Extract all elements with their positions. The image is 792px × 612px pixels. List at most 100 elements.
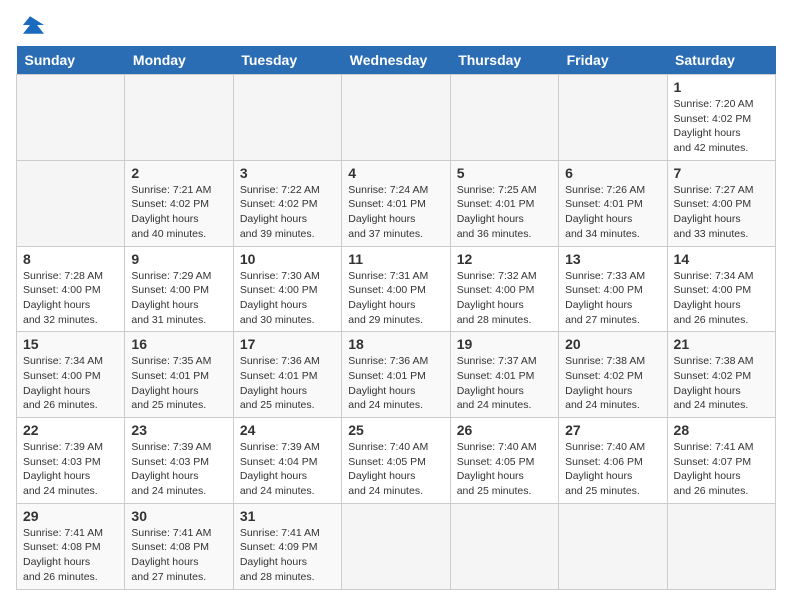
calendar-cell: 11 Sunrise: 7:31 AMSunset: 4:00 PMDayligh… xyxy=(342,246,450,332)
day-info: Sunrise: 7:39 AMSunset: 4:04 PMDaylight … xyxy=(240,440,335,499)
calendar-cell: 6 Sunrise: 7:26 AMSunset: 4:01 PMDaylight… xyxy=(559,160,667,246)
day-info: Sunrise: 7:31 AMSunset: 4:00 PMDaylight … xyxy=(348,269,443,328)
calendar-cell xyxy=(559,503,667,589)
day-info: Sunrise: 7:22 AMSunset: 4:02 PMDaylight … xyxy=(240,183,335,242)
calendar-cell-empty xyxy=(17,75,125,161)
day-number: 28 xyxy=(674,422,769,438)
day-number: 31 xyxy=(240,508,335,524)
calendar-cell: 7 Sunrise: 7:27 AMSunset: 4:00 PMDaylight… xyxy=(667,160,775,246)
day-info: Sunrise: 7:21 AMSunset: 4:02 PMDaylight … xyxy=(131,183,226,242)
day-number: 27 xyxy=(565,422,660,438)
day-info: Sunrise: 7:39 AMSunset: 4:03 PMDaylight … xyxy=(23,440,118,499)
day-number: 22 xyxy=(23,422,118,438)
calendar-cell: 17 Sunrise: 7:36 AMSunset: 4:01 PMDayligh… xyxy=(233,332,341,418)
calendar-table: SundayMondayTuesdayWednesdayThursdayFrid… xyxy=(16,46,776,590)
weekday-header-cell: Monday xyxy=(125,46,233,75)
calendar-cell: 27 Sunrise: 7:40 AMSunset: 4:06 PMDayligh… xyxy=(559,418,667,504)
day-info: Sunrise: 7:29 AMSunset: 4:00 PMDaylight … xyxy=(131,269,226,328)
weekday-header-row: SundayMondayTuesdayWednesdayThursdayFrid… xyxy=(17,46,776,75)
calendar-cell-empty xyxy=(450,75,558,161)
day-info: Sunrise: 7:24 AMSunset: 4:01 PMDaylight … xyxy=(348,183,443,242)
calendar-cell: 14Sunrise: 7:34 AMSunset: 4:00 PMDayligh… xyxy=(667,246,775,332)
logo-icon xyxy=(16,16,44,34)
day-info: Sunrise: 7:40 AMSunset: 4:05 PMDaylight … xyxy=(457,440,552,499)
day-info: Sunrise: 7:41 AMSunset: 4:09 PMDaylight … xyxy=(240,526,335,585)
calendar-cell: 12Sunrise: 7:32 AMSunset: 4:00 PMDayligh… xyxy=(450,246,558,332)
day-info: Sunrise: 7:25 AMSunset: 4:01 PMDaylight … xyxy=(457,183,552,242)
day-info: Sunrise: 7:41 AMSunset: 4:08 PMDaylight … xyxy=(131,526,226,585)
weekday-header-cell: Friday xyxy=(559,46,667,75)
calendar-cell: 3 Sunrise: 7:22 AMSunset: 4:02 PMDaylight… xyxy=(233,160,341,246)
calendar-cell: 15 Sunrise: 7:34 AMSunset: 4:00 PMDayligh… xyxy=(17,332,125,418)
day-number: 9 xyxy=(131,251,226,267)
calendar-cell: 21Sunrise: 7:38 AMSunset: 4:02 PMDayligh… xyxy=(667,332,775,418)
day-number: 5 xyxy=(457,165,552,181)
day-info: Sunrise: 7:26 AMSunset: 4:01 PMDaylight … xyxy=(565,183,660,242)
calendar-cell: 18Sunrise: 7:36 AMSunset: 4:01 PMDayligh… xyxy=(342,332,450,418)
weekday-header-cell: Saturday xyxy=(667,46,775,75)
weekday-header-cell: Tuesday xyxy=(233,46,341,75)
day-number: 6 xyxy=(565,165,660,181)
day-number: 18 xyxy=(348,336,443,352)
calendar-cell: 30 Sunrise: 7:41 AMSunset: 4:08 PMDayligh… xyxy=(125,503,233,589)
calendar-body: 1 Sunrise: 7:20 AMSunset: 4:02 PMDaylight… xyxy=(17,75,776,590)
day-info: Sunrise: 7:36 AMSunset: 4:01 PMDaylight … xyxy=(240,354,335,413)
day-info: Sunrise: 7:39 AMSunset: 4:03 PMDaylight … xyxy=(131,440,226,499)
day-number: 30 xyxy=(131,508,226,524)
day-number: 2 xyxy=(131,165,226,181)
day-number: 11 xyxy=(348,251,443,267)
day-number: 25 xyxy=(348,422,443,438)
day-info: Sunrise: 7:41 AMSunset: 4:08 PMDaylight … xyxy=(23,526,118,585)
calendar-cell-empty xyxy=(17,160,125,246)
calendar-cell: 31 Sunrise: 7:41 AMSunset: 4:09 PMDayligh… xyxy=(233,503,341,589)
day-number: 7 xyxy=(674,165,769,181)
calendar-cell xyxy=(342,503,450,589)
day-number: 3 xyxy=(240,165,335,181)
day-number: 29 xyxy=(23,508,118,524)
weekday-header-cell: Wednesday xyxy=(342,46,450,75)
calendar-cell: 26 Sunrise: 7:40 AMSunset: 4:05 PMDayligh… xyxy=(450,418,558,504)
calendar-cell: 28 Sunrise: 7:41 AMSunset: 4:07 PMDayligh… xyxy=(667,418,775,504)
calendar-cell-empty xyxy=(125,75,233,161)
calendar-cell-empty xyxy=(559,75,667,161)
calendar-cell: 24 Sunrise: 7:39 AMSunset: 4:04 PMDayligh… xyxy=(233,418,341,504)
day-number: 16 xyxy=(131,336,226,352)
calendar-week-row: 8Sunrise: 7:28 AMSunset: 4:00 PMDaylight… xyxy=(17,246,776,332)
day-number: 8 xyxy=(23,251,118,267)
day-info: Sunrise: 7:40 AMSunset: 4:05 PMDaylight … xyxy=(348,440,443,499)
logo xyxy=(16,16,48,34)
day-number: 19 xyxy=(457,336,552,352)
day-info: Sunrise: 7:27 AMSunset: 4:00 PMDaylight … xyxy=(674,183,769,242)
calendar-cell xyxy=(667,503,775,589)
day-number: 23 xyxy=(131,422,226,438)
day-info: Sunrise: 7:34 AMSunset: 4:00 PMDaylight … xyxy=(23,354,118,413)
day-number: 20 xyxy=(565,336,660,352)
day-info: Sunrise: 7:40 AMSunset: 4:06 PMDaylight … xyxy=(565,440,660,499)
day-number: 4 xyxy=(348,165,443,181)
calendar-week-row: 22 Sunrise: 7:39 AMSunset: 4:03 PMDayligh… xyxy=(17,418,776,504)
day-number: 1 xyxy=(674,79,769,95)
calendar-week-row: 29 Sunrise: 7:41 AMSunset: 4:08 PMDayligh… xyxy=(17,503,776,589)
calendar-cell: 2 Sunrise: 7:21 AMSunset: 4:02 PMDaylight… xyxy=(125,160,233,246)
calendar-cell: 22 Sunrise: 7:39 AMSunset: 4:03 PMDayligh… xyxy=(17,418,125,504)
calendar-cell-empty xyxy=(233,75,341,161)
weekday-header-cell: Thursday xyxy=(450,46,558,75)
calendar-week-row: 15 Sunrise: 7:34 AMSunset: 4:00 PMDayligh… xyxy=(17,332,776,418)
day-number: 17 xyxy=(240,336,335,352)
day-number: 26 xyxy=(457,422,552,438)
day-number: 21 xyxy=(674,336,769,352)
day-number: 10 xyxy=(240,251,335,267)
calendar-cell: 19 Sunrise: 7:37 AMSunset: 4:01 PMDayligh… xyxy=(450,332,558,418)
day-number: 24 xyxy=(240,422,335,438)
calendar-cell: 4 Sunrise: 7:24 AMSunset: 4:01 PMDaylight… xyxy=(342,160,450,246)
day-info: Sunrise: 7:41 AMSunset: 4:07 PMDaylight … xyxy=(674,440,769,499)
calendar-week-row: 2 Sunrise: 7:21 AMSunset: 4:02 PMDaylight… xyxy=(17,160,776,246)
weekday-header-cell: Sunday xyxy=(17,46,125,75)
day-info: Sunrise: 7:37 AMSunset: 4:01 PMDaylight … xyxy=(457,354,552,413)
day-info: Sunrise: 7:20 AMSunset: 4:02 PMDaylight … xyxy=(674,97,769,156)
calendar-cell: 25 Sunrise: 7:40 AMSunset: 4:05 PMDayligh… xyxy=(342,418,450,504)
day-info: Sunrise: 7:32 AMSunset: 4:00 PMDaylight … xyxy=(457,269,552,328)
calendar-cell: 13Sunrise: 7:33 AMSunset: 4:00 PMDayligh… xyxy=(559,246,667,332)
day-info: Sunrise: 7:34 AMSunset: 4:00 PMDaylight … xyxy=(674,269,769,328)
day-number: 15 xyxy=(23,336,118,352)
